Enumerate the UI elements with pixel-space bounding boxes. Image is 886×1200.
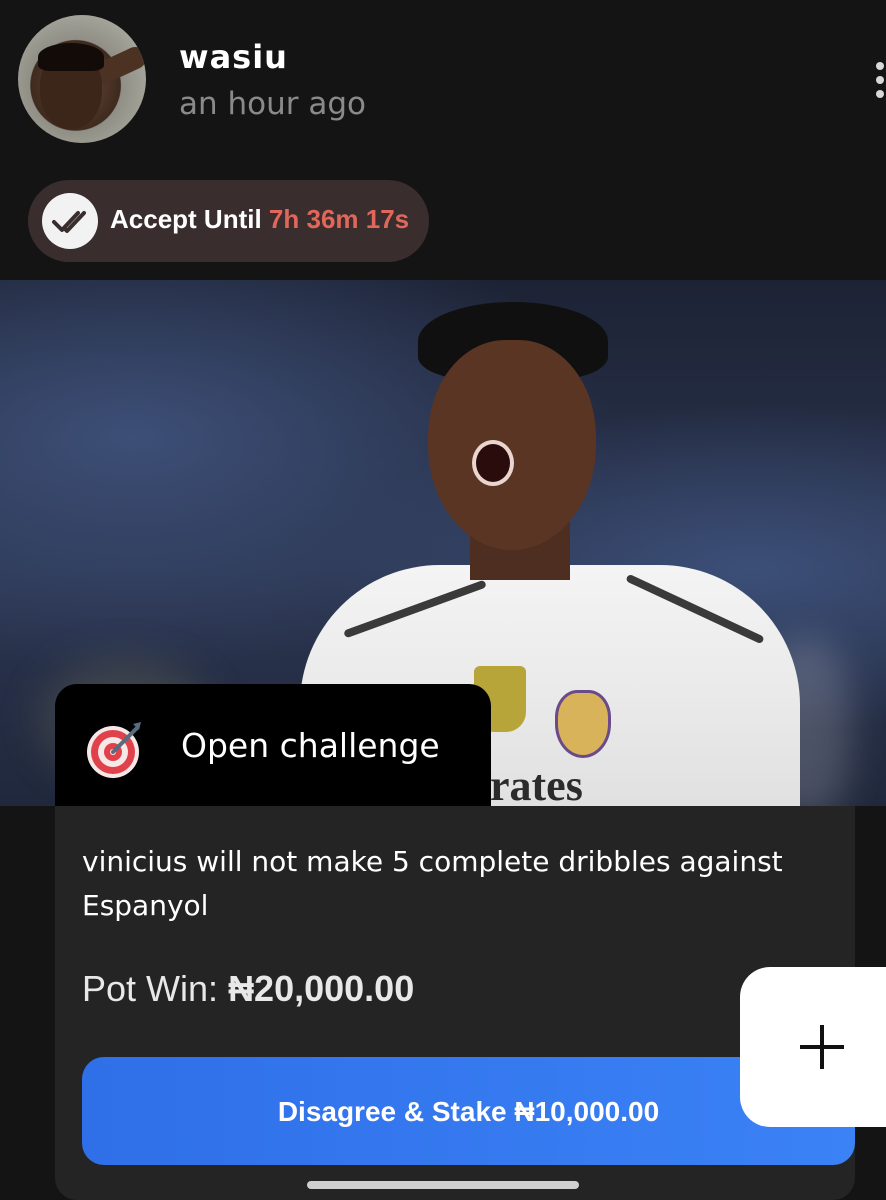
player-mouth (472, 440, 514, 486)
home-indicator[interactable] (307, 1181, 579, 1189)
pot-win: Pot Win: ₦20,000.00 (82, 968, 414, 1010)
plus-icon-vertical (820, 1025, 824, 1069)
pot-label: Pot Win: (82, 968, 219, 1009)
add-button[interactable] (740, 967, 886, 1127)
timer-value: 7h 36m 17s (268, 204, 410, 234)
open-challenge-tag: Open challenge (55, 684, 491, 806)
challenge-statement: vinicius will not make 5 complete dribbl… (82, 845, 783, 922)
avatar-hair (38, 43, 104, 71)
shirt-stripe (625, 573, 765, 645)
timer-label: Accept Until (110, 204, 262, 234)
shirt-sponsor: rates (490, 761, 583, 806)
double-check-icon (42, 193, 98, 249)
pot-value: ₦20,000.00 (228, 968, 415, 1009)
club-crest (555, 690, 611, 758)
avatar[interactable] (18, 15, 146, 143)
player-head (428, 340, 596, 550)
accept-timer-pill: Accept Until 7h 36m 17s (28, 180, 429, 262)
post-time: an hour ago (179, 86, 366, 122)
post-header: wasiu an hour ago Accept Until 7h 36m 17… (0, 0, 886, 280)
timer-text: Accept Until 7h 36m 17s (110, 204, 409, 235)
more-vertical-icon[interactable] (872, 62, 886, 104)
username[interactable]: wasiu (179, 38, 288, 76)
target-icon (87, 722, 141, 778)
shirt-stripe (343, 579, 487, 639)
challenge-type-label: Open challenge (181, 726, 440, 765)
